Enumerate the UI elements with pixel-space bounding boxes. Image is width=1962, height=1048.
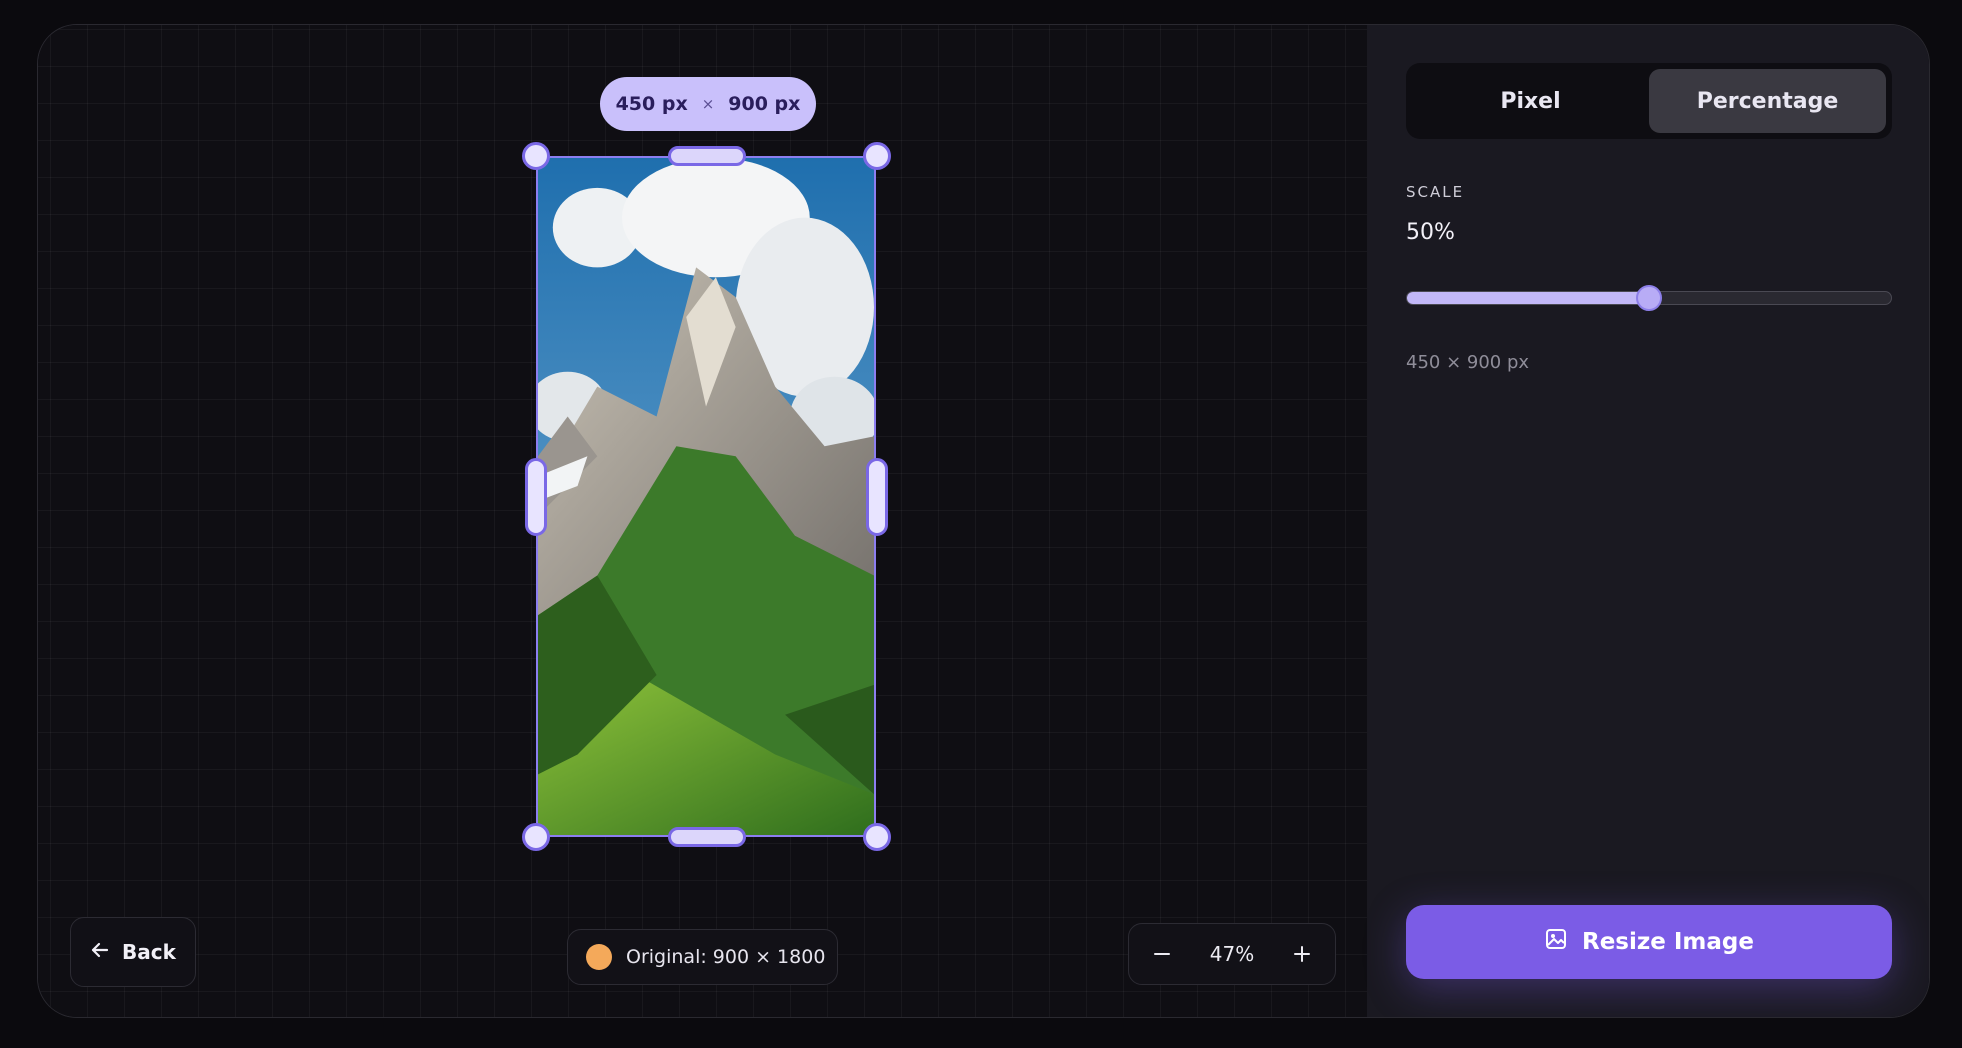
slider-thumb[interactable] <box>1636 285 1662 311</box>
scale-slider[interactable] <box>1406 285 1892 311</box>
resize-handle-top-right[interactable] <box>863 142 891 170</box>
slider-fill <box>1407 292 1649 304</box>
scale-value: 50% <box>1406 220 1455 245</box>
tab-percentage[interactable]: Percentage <box>1649 69 1886 133</box>
plus-icon[interactable] <box>1285 937 1319 971</box>
zoom-level: 47% <box>1209 942 1255 966</box>
original-size-badge: Original: 900 × 1800 <box>567 929 838 985</box>
mountain-landscape-image <box>538 158 874 835</box>
resize-handle-bottom-right[interactable] <box>863 823 891 851</box>
resize-handle-top[interactable] <box>668 146 746 166</box>
dimension-height: 900 px <box>728 93 801 115</box>
dimensions-readout: 450 × 900 px <box>1406 352 1530 373</box>
app-window: 450 px × 900 px Back Original: 900 × 180… <box>37 24 1930 1018</box>
dimension-pill: 450 px × 900 px <box>600 77 816 131</box>
image-preview[interactable] <box>536 156 876 837</box>
dimension-width: 450 px <box>615 93 688 115</box>
image-icon <box>1544 927 1568 957</box>
resize-image-button[interactable]: Resize Image <box>1406 905 1892 979</box>
resize-handle-left[interactable] <box>525 458 547 536</box>
resize-handle-top-left[interactable] <box>522 142 550 170</box>
settings-panel: Pixel Percentage SCALE 50% 450 × 900 px … <box>1367 25 1929 1017</box>
arrow-left-icon <box>90 940 110 965</box>
resize-handle-bottom-left[interactable] <box>522 823 550 851</box>
zoom-control: 47% <box>1128 923 1336 985</box>
original-size-text: Original: 900 × 1800 <box>626 946 826 968</box>
minus-icon[interactable] <box>1145 937 1179 971</box>
dimension-separator: × <box>701 95 715 113</box>
back-label: Back <box>122 940 176 964</box>
resize-button-label: Resize Image <box>1582 929 1754 955</box>
status-dot-icon <box>586 944 612 970</box>
back-button[interactable]: Back <box>70 917 196 987</box>
tab-pixel[interactable]: Pixel <box>1412 69 1649 133</box>
canvas-area: 450 px × 900 px Back Original: 900 × 180… <box>38 25 1367 1017</box>
unit-toggle: Pixel Percentage <box>1406 63 1892 139</box>
resize-handle-bottom[interactable] <box>668 827 746 847</box>
scale-label: SCALE <box>1406 183 1465 201</box>
resize-handle-right[interactable] <box>866 458 888 536</box>
